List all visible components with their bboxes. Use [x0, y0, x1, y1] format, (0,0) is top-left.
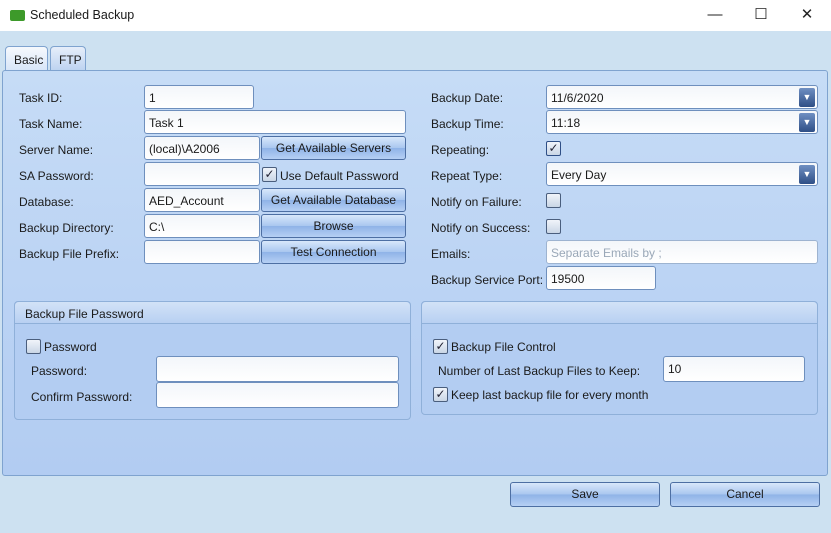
- dropdown-arrow-icon[interactable]: ▼: [799, 113, 815, 132]
- close-button[interactable]: ✕: [792, 4, 822, 26]
- keep-monthly-label: Keep last backup file for every month: [451, 388, 649, 402]
- task-id-input[interactable]: 1: [144, 85, 254, 109]
- backup-prefix-label: Backup File Prefix:: [19, 247, 120, 261]
- get-database-button[interactable]: Get Available Database: [261, 188, 406, 212]
- minimize-button[interactable]: —: [700, 4, 730, 26]
- server-name-label: Server Name:: [19, 143, 94, 157]
- app-icon: [10, 10, 25, 21]
- port-input[interactable]: 19500: [546, 266, 656, 290]
- test-connection-button[interactable]: Test Connection: [261, 240, 406, 264]
- repeating-checkbox[interactable]: ✓: [546, 141, 561, 156]
- backup-time-picker[interactable]: 11:18 ▼: [546, 110, 818, 134]
- backup-date-picker[interactable]: 11/6/2020 ▼: [546, 85, 818, 109]
- emails-label: Emails:: [431, 247, 471, 261]
- task-id-label: Task ID:: [19, 91, 63, 105]
- get-servers-button[interactable]: Get Available Servers: [261, 136, 406, 160]
- group-title: [422, 302, 817, 324]
- password-checkbox-label: Password: [44, 340, 97, 354]
- backup-time-label: Backup Time:: [431, 117, 504, 131]
- database-label: Database:: [19, 195, 74, 209]
- browse-button[interactable]: Browse: [261, 214, 406, 238]
- repeat-type-label: Repeat Type:: [431, 169, 503, 183]
- notify-failure-label: Notify on Failure:: [431, 195, 522, 209]
- title-bar: Scheduled Backup — ☐ ✕: [0, 0, 831, 31]
- cancel-button[interactable]: Cancel: [670, 482, 820, 507]
- default-password-checkbox[interactable]: ✓: [262, 167, 277, 182]
- confirm-password-label: Confirm Password:: [31, 390, 133, 404]
- repeating-label: Repeating:: [431, 143, 490, 157]
- default-password-label: Use Default Password: [280, 169, 399, 183]
- backup-file-control-label: Backup File Control: [451, 340, 556, 354]
- database-input[interactable]: AED_Account: [144, 188, 260, 212]
- keep-monthly-checkbox[interactable]: ✓: [433, 387, 448, 402]
- tab-basic[interactable]: Basic: [5, 46, 48, 72]
- dropdown-arrow-icon[interactable]: ▼: [799, 165, 815, 184]
- port-label: Backup Service Port:: [431, 273, 544, 287]
- maximize-button[interactable]: ☐: [746, 4, 776, 26]
- password-label: Password:: [31, 364, 88, 378]
- confirm-password-input[interactable]: [156, 382, 399, 408]
- password-checkbox[interactable]: [26, 339, 41, 354]
- keep-files-input[interactable]: 10: [663, 356, 805, 382]
- tab-ftp[interactable]: FTP: [50, 46, 86, 71]
- task-name-label: Task Name:: [19, 117, 83, 131]
- backup-directory-label: Backup Directory:: [19, 221, 114, 235]
- window-title: Scheduled Backup: [30, 8, 135, 22]
- save-button[interactable]: Save: [510, 482, 660, 507]
- sa-password-input[interactable]: [144, 162, 260, 186]
- backup-date-label: Backup Date:: [431, 91, 504, 105]
- task-name-input[interactable]: Task 1: [144, 110, 406, 134]
- backup-date-value: 11/6/2020: [551, 91, 604, 105]
- backup-prefix-input[interactable]: [144, 240, 260, 264]
- notify-success-checkbox[interactable]: [546, 219, 561, 234]
- repeat-type-select[interactable]: Every Day ▼: [546, 162, 818, 186]
- backup-time-value: 11:18: [551, 116, 581, 130]
- sa-password-label: SA Password:: [19, 169, 94, 183]
- emails-input[interactable]: Separate Emails by ;: [546, 240, 818, 264]
- server-name-input[interactable]: (local)\A2006: [144, 136, 260, 160]
- password-input[interactable]: [156, 356, 399, 382]
- repeat-type-value: Every Day: [551, 168, 607, 182]
- group-title: Backup File Password: [15, 302, 410, 324]
- backup-file-control-checkbox[interactable]: ✓: [433, 339, 448, 354]
- keep-files-label: Number of Last Backup Files to Keep:: [438, 364, 641, 378]
- backup-directory-input[interactable]: C:\: [144, 214, 260, 238]
- notify-success-label: Notify on Success:: [431, 221, 531, 235]
- dropdown-arrow-icon[interactable]: ▼: [799, 88, 815, 107]
- notify-failure-checkbox[interactable]: [546, 193, 561, 208]
